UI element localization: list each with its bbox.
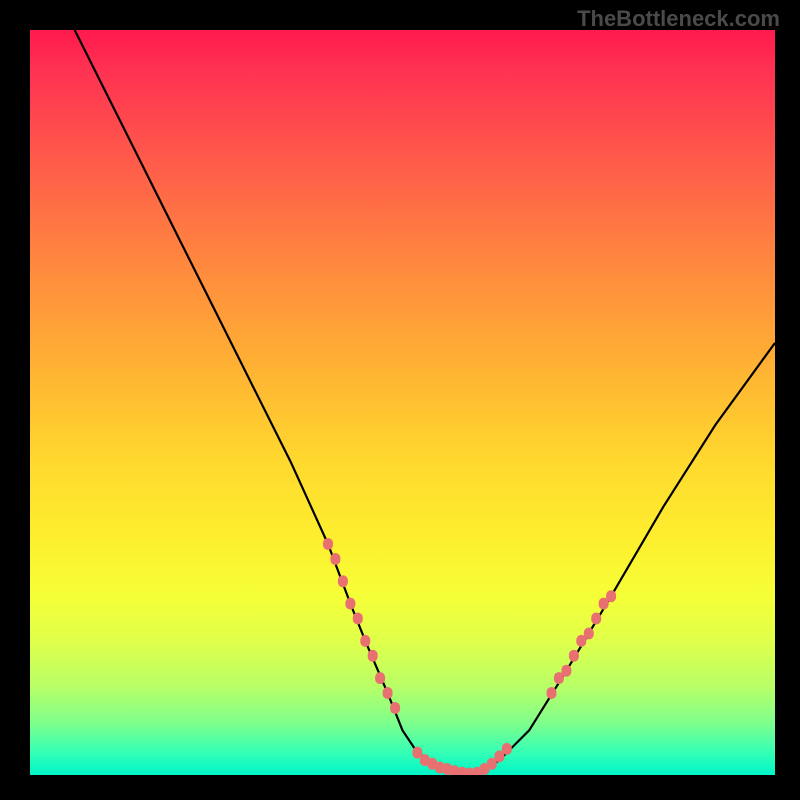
- marker-dot: [450, 765, 460, 775]
- marker-dot: [427, 758, 437, 770]
- marker-dot: [375, 672, 385, 684]
- marker-dot: [323, 538, 333, 550]
- marker-dot: [554, 672, 564, 684]
- marker-dot: [368, 650, 378, 662]
- marker-dot: [465, 768, 475, 776]
- marker-dot: [547, 687, 557, 699]
- marker-dot: [442, 763, 452, 775]
- marker-dot: [412, 747, 422, 759]
- marker-dot: [606, 590, 616, 602]
- chart-plot-area: [30, 30, 775, 775]
- marker-dot: [599, 598, 609, 610]
- marker-dot: [435, 762, 445, 774]
- marker-dot: [330, 553, 340, 565]
- marker-dot: [420, 754, 430, 766]
- marker-dot: [345, 598, 355, 610]
- marker-dot: [383, 687, 393, 699]
- marker-dot: [360, 635, 370, 647]
- marker-dot: [457, 767, 467, 775]
- chart-svg: [30, 30, 775, 775]
- marker-dot: [494, 750, 504, 762]
- marker-dot: [472, 767, 482, 775]
- marker-dot: [569, 650, 579, 662]
- watermark-text: TheBottleneck.com: [577, 6, 780, 32]
- marker-dot: [576, 635, 586, 647]
- main-curve: [75, 30, 775, 775]
- marker-dot: [353, 613, 363, 625]
- marker-dot: [479, 763, 489, 775]
- marker-dot: [561, 665, 571, 677]
- marker-dot: [487, 758, 497, 770]
- marker-dot: [584, 628, 594, 640]
- marker-dot: [338, 575, 348, 587]
- marker-dot: [502, 743, 512, 755]
- marker-dot: [390, 702, 400, 714]
- marker-dot: [591, 613, 601, 625]
